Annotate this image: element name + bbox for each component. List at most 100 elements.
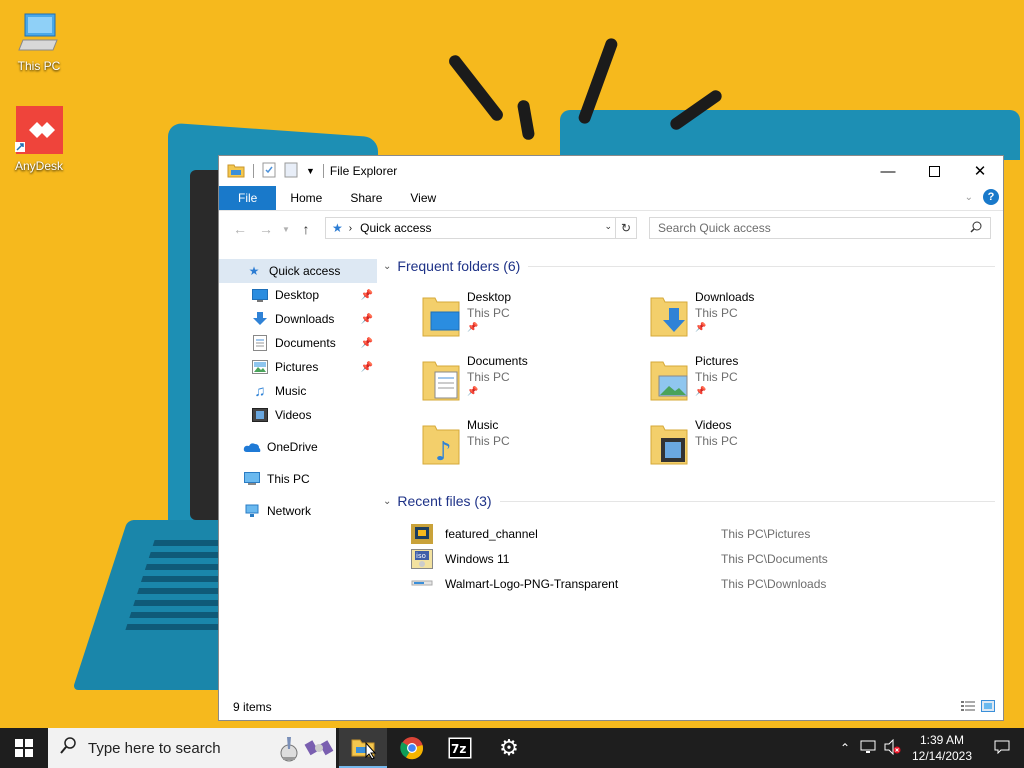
desktop-icon-this-pc[interactable]: This PC [4, 10, 74, 73]
back-button[interactable]: ← [227, 221, 253, 237]
frequent-folders-header[interactable]: ⌄ Frequent folders (6) [383, 256, 995, 276]
tab-share[interactable]: Share [336, 186, 396, 210]
folder-tile-documents[interactable]: Documents This PC 📌 [419, 354, 639, 410]
search-highlight-satellite-icon [304, 733, 334, 767]
sidebar-item-label: Network [267, 504, 312, 518]
content-pane: ⌄ Frequent folders (6) Desktop This PC 📌… [383, 256, 995, 690]
videos-icon [251, 407, 269, 423]
customize-toolbar-dropdown-icon[interactable]: ▼ [306, 166, 315, 176]
recent-file-row[interactable]: Walmart-Logo-PNG-Transparent This PC\Dow… [411, 572, 1011, 596]
show-hidden-icons-icon[interactable]: ⌃ [834, 741, 856, 755]
folder-tile-music[interactable]: ♪ Music This PC [419, 418, 639, 474]
help-icon[interactable]: ? [983, 189, 999, 205]
maximize-button[interactable] [911, 156, 957, 186]
sidebar-item-pictures[interactable]: Pictures 📌 [219, 355, 377, 379]
music-folder-icon: ♪ [422, 425, 460, 466]
clock-date: 12/14/2023 [911, 749, 973, 763]
sidebar-item-onedrive[interactable]: OneDrive [219, 435, 377, 459]
taskbar-search-box[interactable]: Type here to search [48, 728, 336, 768]
address-dropdown-icon[interactable]: ⌄ [604, 221, 612, 232]
system-tray: ⌃ 1:39 AM 12/14/2023 [834, 728, 1024, 768]
sidebar-item-desktop[interactable]: Desktop 📌 [219, 283, 377, 307]
taskbar-app-settings[interactable]: ⚙ [485, 728, 533, 768]
refresh-button[interactable]: ↻ [615, 218, 636, 238]
group-title: Frequent folders (6) [397, 258, 521, 274]
tab-view[interactable]: View [396, 186, 450, 210]
sidebar-item-network[interactable]: Network [219, 499, 377, 523]
pin-icon: 📌 [360, 289, 373, 301]
search-icon [60, 737, 76, 759]
taskbar-app-7zip[interactable]: 7z [436, 728, 484, 768]
image-file-icon [411, 524, 433, 544]
title-bar[interactable]: ▼ File Explorer — ✕ [219, 156, 1003, 186]
forward-button[interactable]: → [253, 221, 279, 237]
folder-tile-pictures[interactable]: Pictures This PC 📌 [647, 354, 867, 410]
wallpaper-ray [446, 52, 506, 124]
folder-location: This PC [695, 434, 738, 448]
recent-file-row[interactable]: featured_channel This PC\Pictures [411, 522, 1011, 546]
taskbar: Type here to search 7z ⚙ ⌃ 1:39 AM 12/14… [0, 728, 1024, 768]
close-button[interactable]: ✕ [957, 156, 1003, 186]
taskbar-clock[interactable]: 1:39 AM 12/14/2023 [904, 732, 980, 764]
search-input[interactable]: Search Quick access [649, 217, 991, 239]
folder-tile-downloads[interactable]: Downloads This PC 📌 [647, 290, 867, 346]
sidebar-item-downloads[interactable]: Downloads 📌 [219, 307, 377, 331]
expand-ribbon-icon[interactable]: ⌄ [965, 192, 973, 203]
sidebar-item-documents[interactable]: Documents 📌 [219, 331, 377, 355]
properties-icon[interactable] [262, 162, 276, 181]
search-highlight-icon [274, 733, 304, 767]
start-button[interactable] [0, 728, 48, 768]
desktop-icon-label: This PC [17, 59, 61, 73]
details-view-icon[interactable] [961, 700, 975, 715]
tab-home[interactable]: Home [276, 186, 336, 210]
group-title: Recent files (3) [397, 493, 492, 509]
sidebar-item-label: Quick access [269, 264, 341, 278]
iso-file-icon: iso [411, 549, 433, 569]
desktop-folder-icon [422, 297, 460, 337]
notifications-icon[interactable] [980, 740, 1024, 757]
pin-icon: 📌 [467, 386, 479, 396]
desktop-icon-anydesk[interactable]: AnyDesk [4, 106, 74, 173]
recent-file-row[interactable]: iso Windows 11 This PC\Documents [411, 547, 1011, 571]
minimize-button[interactable]: — [865, 156, 911, 186]
taskbar-app-file-explorer[interactable] [339, 728, 387, 768]
recent-files-header[interactable]: ⌄ Recent files (3) [383, 491, 995, 511]
volume-muted-icon[interactable] [880, 738, 904, 758]
network-status-icon[interactable] [856, 740, 880, 757]
large-icons-view-icon[interactable] [981, 700, 995, 715]
quick-access-star-icon: ★ [332, 221, 343, 235]
folder-location: This PC [467, 434, 510, 448]
folder-location: This PC [695, 370, 738, 384]
folder-tile-desktop[interactable]: Desktop This PC 📌 [419, 290, 639, 346]
up-button[interactable]: ↑ [293, 221, 319, 237]
sidebar-item-this-pc[interactable]: This PC [219, 467, 377, 491]
navigation-pane: ★ Quick access Desktop 📌 Downloads 📌 Doc… [219, 259, 377, 689]
onedrive-icon [243, 439, 261, 455]
sidebar-item-quick-access[interactable]: ★ Quick access [219, 259, 377, 283]
search-placeholder: Search Quick access [658, 221, 771, 235]
new-folder-icon[interactable] [284, 162, 298, 181]
separator [322, 164, 324, 178]
window-controls: — ✕ [865, 156, 1003, 186]
wallpaper-ray [516, 99, 536, 141]
address-bar[interactable]: ★ › Quick access ⌄ ↻ [325, 217, 637, 239]
recent-locations-icon[interactable]: ▼ [279, 225, 293, 234]
collapse-chevron-icon: ⌄ [383, 495, 392, 507]
tab-file[interactable]: File [219, 186, 277, 210]
folder-name: Documents [467, 354, 528, 368]
svg-text:7z: 7z [451, 742, 466, 756]
7zip-icon: 7z [448, 737, 472, 759]
sidebar-item-videos[interactable]: Videos [219, 403, 377, 427]
separator [253, 164, 254, 178]
breadcrumb[interactable]: Quick access [360, 221, 431, 235]
folder-tile-videos[interactable]: Videos This PC [647, 418, 867, 474]
taskbar-app-chrome[interactable] [388, 728, 436, 768]
chrome-icon [400, 737, 424, 760]
svg-text:♪: ♪ [435, 437, 452, 466]
sidebar-item-label: This PC [267, 472, 310, 486]
desktop-icon-label: AnyDesk [14, 159, 64, 173]
folder-name: Desktop [467, 290, 512, 304]
sidebar-item-music[interactable]: ♫ Music [219, 379, 377, 403]
downloads-icon [251, 311, 269, 327]
quick-access-star-icon: ★ [248, 264, 260, 278]
